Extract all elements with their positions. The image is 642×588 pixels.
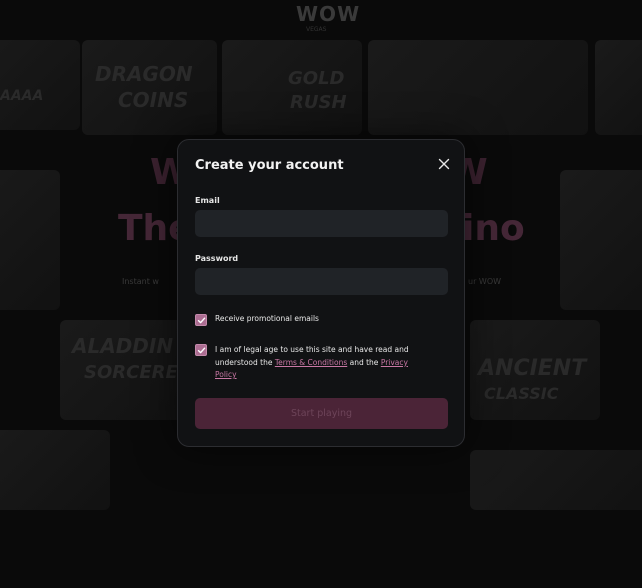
privacy-link[interactable]: Privacy	[381, 358, 408, 367]
checkmark-icon	[197, 347, 206, 354]
tile-title: ALADDIN	[72, 334, 174, 358]
checkmark-icon	[197, 317, 206, 324]
password-field[interactable]	[195, 268, 448, 295]
signup-modal: Create your account Email Password Recei…	[177, 139, 465, 447]
game-tile	[0, 430, 110, 510]
hero-heading-fragment: ino	[462, 208, 525, 249]
brand-logo: WOW	[296, 2, 361, 26]
start-playing-button[interactable]: Start playing	[195, 398, 448, 429]
close-button[interactable]	[437, 157, 451, 171]
hero-subtitle-fragment: ur WOW	[468, 277, 502, 286]
legal-text: and the	[347, 357, 381, 367]
promo-checkbox-label: Receive promotional emails	[215, 314, 319, 323]
tile-title: COINS	[118, 88, 189, 112]
email-field[interactable]	[195, 210, 448, 237]
promo-checkbox[interactable]	[195, 314, 207, 326]
email-label: Email	[195, 196, 220, 205]
terms-link[interactable]: Terms & Conditions	[275, 358, 347, 367]
tile-title: SORCERER	[84, 362, 192, 383]
game-tile	[368, 40, 588, 135]
tile-title: DRAGON	[95, 62, 193, 86]
tile-title: CLASSIC	[484, 384, 559, 403]
tile-title: GOLD	[288, 68, 345, 89]
tile-title: ANCIENT	[478, 356, 587, 381]
game-tile	[560, 170, 642, 310]
brand-sub: VEGAS	[306, 26, 327, 33]
game-tile	[0, 170, 60, 310]
close-icon	[438, 158, 450, 170]
game-tile	[595, 40, 642, 135]
hero-subtitle-fragment: Instant w	[122, 277, 159, 286]
page: DRAGON COINS GOLD RUSH AAAA ALADDIN SORC…	[0, 0, 642, 588]
modal-title: Create your account	[195, 158, 344, 173]
password-label: Password	[195, 254, 239, 263]
legal-age-label: I am of legal age to use this site and h…	[215, 344, 440, 382]
game-tile	[0, 40, 80, 130]
game-tile	[470, 450, 642, 510]
privacy-link[interactable]: Policy	[215, 370, 237, 379]
tile-title: AAAA	[0, 88, 44, 104]
legal-age-checkbox[interactable]	[195, 344, 207, 356]
tile-title: RUSH	[290, 92, 347, 113]
